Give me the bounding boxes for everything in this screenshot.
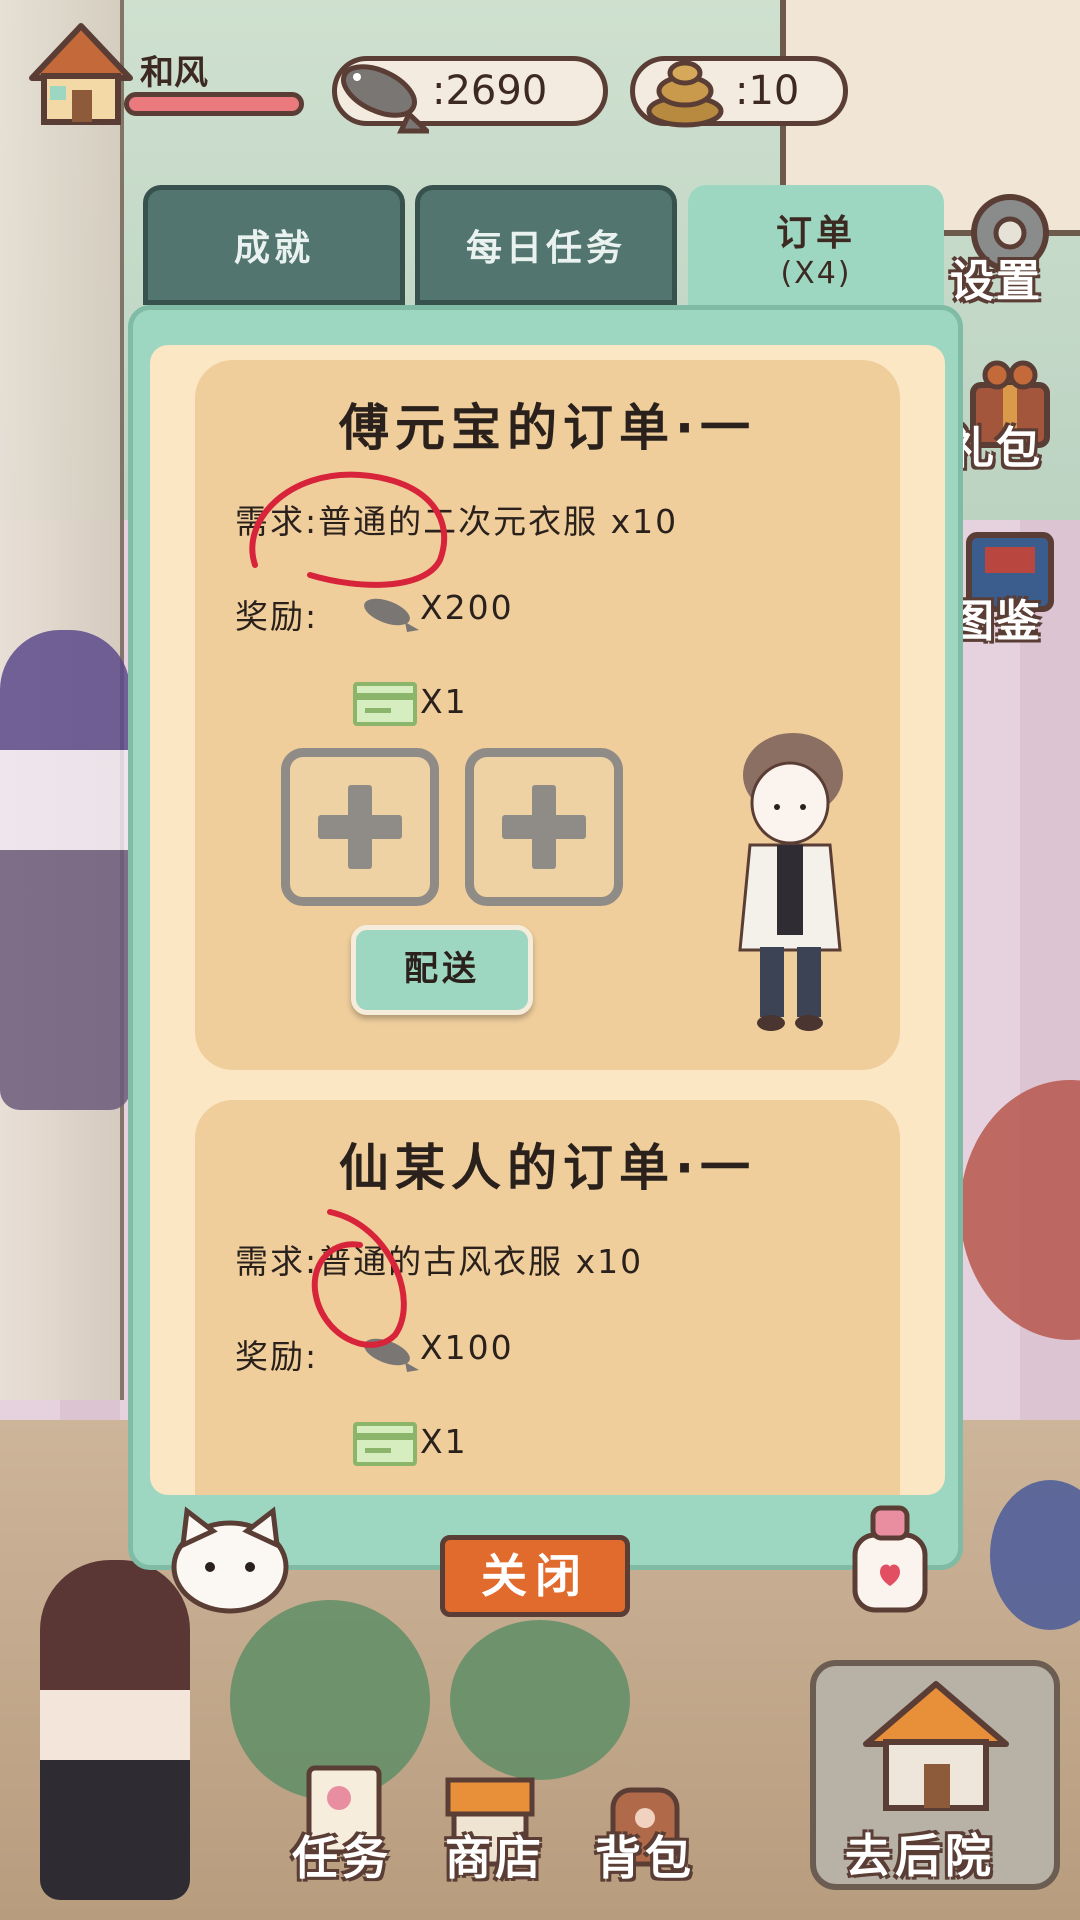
fish-reward-amount: X200 (420, 588, 514, 627)
order-card: 傅元宝的订单·一 需求:普通的二次元衣服 x10 奖励: X200 X1 配送 (195, 360, 900, 1070)
add-clothing-slot[interactable] (281, 748, 439, 906)
tab-daily-tasks[interactable]: 每日任务 (415, 185, 677, 305)
order-title: 仙某人的订单·一 (339, 1139, 756, 1197)
order-reward-label: 奖励: (235, 1337, 319, 1376)
add-clothing-slot[interactable] (465, 748, 623, 906)
home-house-icon[interactable] (22, 18, 140, 130)
guide-label[interactable]: 图鉴 (950, 585, 1042, 649)
player-health-bar (124, 92, 304, 116)
gift-pack-label[interactable]: 礼包 (950, 412, 1042, 476)
bottle-icon (852, 1505, 928, 1613)
order-card: 仙某人的订单·一 需求:普通的古风衣服 x10 奖励: X100 X1 (195, 1100, 900, 1495)
npc-character-left[interactable] (0, 630, 130, 1110)
tab-orders[interactable]: 订单 (X4) (688, 185, 944, 310)
nav-shop-label[interactable]: 商店 (445, 1822, 545, 1888)
ticket-reward-amount: X1 (420, 1422, 468, 1461)
tab-orders-label: 订单 (775, 213, 856, 254)
ticket-icon (353, 1422, 417, 1466)
backyard-house-icon (863, 1681, 1009, 1811)
order-reward-label: 奖励: (235, 597, 319, 636)
settings-label[interactable]: 设置 (950, 245, 1042, 309)
fish-icon (364, 1338, 419, 1372)
fish-icon (341, 64, 429, 134)
nav-tasks-label[interactable]: 任务 (292, 1822, 392, 1888)
nav-backyard-label[interactable]: 去后院 (845, 1820, 995, 1886)
order-requirement: 需求:普通的二次元衣服 x10 (235, 502, 679, 541)
order-requirement: 需求:普通的古风衣服 x10 (235, 1242, 644, 1281)
orders-list[interactable]: 傅元宝的订单·一 需求:普通的二次元衣服 x10 奖励: X200 X1 配送 … (150, 345, 945, 1495)
cat-mascot-icon (171, 1506, 289, 1614)
nav-bag-label[interactable]: 背包 (595, 1822, 695, 1888)
fish-currency-display[interactable]: :2690 (332, 56, 608, 134)
fish-icon (364, 598, 419, 632)
background-plant (450, 1620, 630, 1780)
tab-achievements[interactable]: 成就 (143, 185, 405, 305)
poop-count: :10 (735, 68, 800, 114)
tab-orders-count: (X4) (780, 256, 852, 291)
poop-icon (646, 60, 724, 128)
order-title: 傅元宝的订单·一 (339, 399, 756, 457)
customer-character (738, 733, 843, 1031)
ticket-icon (353, 682, 417, 726)
ticket-reward-amount: X1 (420, 682, 468, 721)
deliver-button[interactable]: 配送 (351, 925, 533, 1015)
close-button[interactable]: 关闭 (440, 1535, 630, 1617)
player-name: 和风 (140, 53, 208, 93)
fish-count: :2690 (432, 68, 548, 114)
poop-currency-display[interactable]: :10 (630, 56, 848, 128)
fish-reward-amount: X100 (420, 1328, 514, 1367)
